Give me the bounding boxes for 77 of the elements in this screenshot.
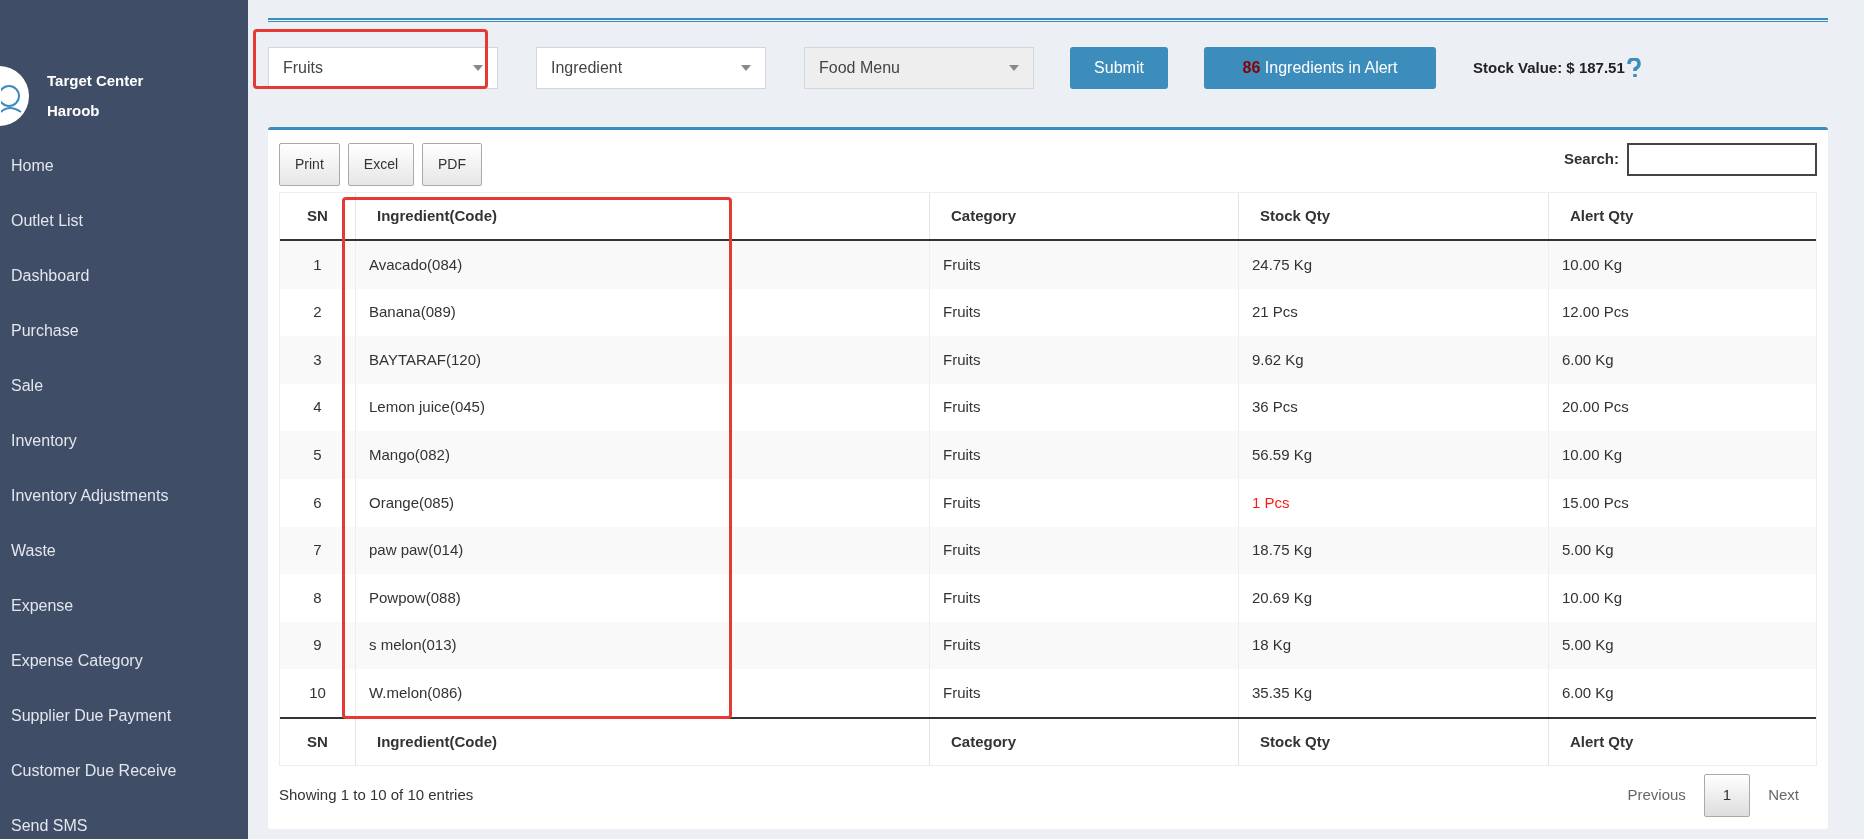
- search-label: Search:: [1563, 149, 1619, 170]
- table-cell: Fruits: [930, 478, 1239, 527]
- column-header[interactable]: SN: [280, 193, 356, 239]
- sidebar-item[interactable]: Waste: [0, 523, 248, 578]
- select-field[interactable]: Ingredient: [536, 47, 766, 89]
- sidebar-item[interactable]: Inventory Adjustments: [0, 468, 248, 523]
- sidebar-item[interactable]: Dashboard: [0, 248, 248, 303]
- pagination-button[interactable]: 1: [1703, 773, 1751, 817]
- column-header[interactable]: Ingredient(Code): [356, 193, 930, 239]
- submit-button[interactable]: Submit: [1070, 47, 1168, 89]
- caret-icon: [1009, 65, 1019, 71]
- sidebar-item[interactable]: Sale: [0, 358, 248, 413]
- column-header[interactable]: Category: [930, 718, 1239, 765]
- column-header[interactable]: SN: [280, 718, 356, 765]
- table-cell: 6: [280, 478, 356, 527]
- sidebar-item[interactable]: Home: [0, 138, 248, 193]
- alert-button[interactable]: 86 Ingredients in Alert: [1204, 47, 1436, 89]
- pagination-button[interactable]: Previous: [1609, 773, 1704, 817]
- sidebar-item[interactable]: Send SMS: [0, 798, 248, 839]
- table-cell-text: 10.00 Kg: [1561, 254, 1624, 275]
- table-cell-text: 20.00 Pcs: [1561, 397, 1630, 418]
- table-cell: 56.59 Kg: [1239, 431, 1549, 479]
- table-cell: 35.35 Kg: [1239, 669, 1549, 717]
- export-button[interactable]: Print: [279, 143, 340, 186]
- table-cell: 3: [280, 336, 356, 384]
- table-cell: Fruits: [930, 669, 1239, 717]
- caret-icon: [473, 65, 483, 71]
- column-header[interactable]: Alert Qty: [1549, 193, 1816, 239]
- select-field[interactable]: Fruits: [268, 47, 498, 89]
- table-cell-text: 15.00 Pcs: [1561, 492, 1630, 513]
- caret-icon: [741, 65, 751, 71]
- table-cell: 5: [280, 431, 356, 479]
- sidebar-item[interactable]: Customer Due Receive: [0, 743, 248, 798]
- search-field[interactable]: [1627, 143, 1817, 176]
- sidebar-item[interactable]: Outlet List: [0, 193, 248, 248]
- table-cell: Fruits: [930, 574, 1239, 622]
- profile-name: Target Center: [47, 70, 144, 91]
- table-cell: Fruits: [930, 336, 1239, 384]
- pagination-button[interactable]: Next: [1750, 773, 1817, 817]
- sidebar-item[interactable]: Expense Category: [0, 633, 248, 688]
- table-cell: 1 Pcs: [1239, 478, 1549, 527]
- table-cell: W.melon(086): [356, 669, 930, 717]
- column-header[interactable]: Stock Qty: [1239, 193, 1549, 239]
- entries-info: Showing 1 to 10 of 10 entries: [279, 785, 474, 806]
- table-cell-text: 6.00 Kg: [1561, 349, 1615, 370]
- table-cell: 8: [280, 574, 356, 622]
- table-cell-text: 12.00 Pcs: [1561, 302, 1630, 323]
- table-cell: 1: [280, 241, 356, 289]
- sidebar-item[interactable]: Supplier Due Payment: [0, 688, 248, 743]
- table-cell: Mango(082): [356, 431, 930, 479]
- table-cell: Fruits: [930, 241, 1239, 289]
- table-cell-text: 10.00 Kg: [1561, 444, 1624, 465]
- table-cell: Powpow(088): [356, 574, 930, 622]
- table-cell: Fruits: [930, 431, 1239, 479]
- table-cell-text: 5.00 Kg: [1561, 635, 1615, 656]
- table-cell-text: 10.00 Kg: [1561, 587, 1624, 608]
- table-cell-text: 5.00 Kg: [1561, 540, 1615, 561]
- column-header[interactable]: Ingredient(Code): [356, 718, 930, 765]
- table-cell: 10: [280, 669, 356, 717]
- table-cell: BAYTARAF(120): [356, 336, 930, 384]
- stock-value: Stock Value: $ 187.51: [1473, 57, 1625, 78]
- table-cell: 9.62 Kg: [1239, 336, 1549, 384]
- sidebar-item[interactable]: Expense: [0, 578, 248, 633]
- column-header[interactable]: Alert Qty: [1549, 718, 1816, 765]
- help-icon[interactable]: [1626, 58, 1641, 78]
- table-cell: 24.75 Kg: [1239, 241, 1549, 289]
- profile-name: Haroob: [47, 101, 101, 121]
- export-button[interactable]: PDF: [422, 143, 483, 186]
- table-cell: Avacado(084): [356, 241, 930, 289]
- export-button[interactable]: Excel: [347, 143, 415, 186]
- column-header[interactable]: Stock Qty: [1239, 718, 1549, 765]
- table-cell: Orange(085): [356, 478, 930, 527]
- sidebar-item[interactable]: Inventory: [0, 413, 248, 468]
- column-header[interactable]: Category: [930, 193, 1239, 239]
- sidebar-item[interactable]: Purchase: [0, 303, 248, 358]
- table-cell: 20.69 Kg: [1239, 574, 1549, 622]
- table-cell-text: 6.00 Kg: [1561, 682, 1615, 703]
